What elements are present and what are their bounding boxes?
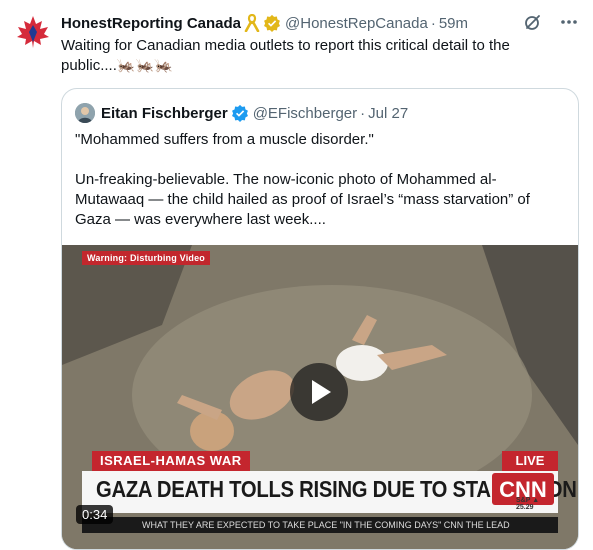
blue-verified-badge-icon[interactable] — [231, 104, 249, 122]
gold-verified-badge-icon[interactable] — [263, 14, 281, 32]
author-name[interactable]: HonestReporting Canada — [61, 15, 241, 32]
person-avatar-icon — [75, 103, 95, 123]
news-ticker: WHAT THEY ARE EXPECTED TO TAKE PLACE "IN… — [82, 517, 558, 533]
play-button[interactable] — [290, 363, 348, 421]
author-handle[interactable]: @HonestRepCanada — [285, 15, 428, 32]
quote-paragraph-2: Un-freaking-believable. The now-iconic p… — [75, 171, 530, 228]
quote-separator-dot: · — [360, 104, 366, 122]
video-duration: 0:34 — [76, 505, 114, 524]
news-lower-third: ISRAEL-HAMAS WAR LIVE GAZA DEATH TOLLS R… — [82, 451, 577, 549]
separator-dot: · — [430, 14, 436, 32]
disturbing-video-warning: Warning: Disturbing Video — [82, 251, 210, 265]
quote-author-handle[interactable]: @EFischberger — [253, 105, 357, 122]
more-icon[interactable] — [559, 12, 579, 32]
tweet-time[interactable]: 59m — [439, 15, 468, 32]
video-player[interactable]: Warning: Disturbing Video ISRAEL-HAMAS W… — [62, 245, 578, 549]
gold-ribbon-icon — [244, 14, 260, 32]
quote-author-avatar[interactable] — [75, 103, 95, 123]
stock-ticker-value: S&P ▲ 25.29 — [516, 497, 540, 511]
maple-leaf-logo-icon — [13, 12, 53, 52]
quote-paragraph-1: "Mohammed suffers from a muscle disorder… — [75, 131, 374, 148]
live-badge: LIVE — [502, 451, 558, 471]
quote-text: "Mohammed suffers from a muscle disorder… — [75, 130, 555, 250]
tweet-actions-top — [523, 12, 579, 32]
quoted-tweet-card[interactable]: Eitan Fischberger @EFischberger · Jul 27… — [61, 88, 579, 550]
quote-author-name[interactable]: Eitan Fischberger — [101, 105, 228, 122]
author-avatar[interactable] — [13, 12, 53, 52]
grok-icon[interactable] — [523, 12, 543, 32]
quote-date[interactable]: Jul 27 — [368, 105, 408, 122]
tweet-text: Waiting for Canadian media outlets to re… — [61, 37, 510, 74]
lower-third-tag: ISRAEL-HAMAS WAR — [92, 451, 250, 471]
tweet-header: HonestReporting Canada @HonestRepCanada … — [61, 13, 468, 33]
quote-header: Eitan Fischberger @EFischberger · Jul 27 — [75, 103, 408, 123]
play-icon — [312, 380, 331, 404]
